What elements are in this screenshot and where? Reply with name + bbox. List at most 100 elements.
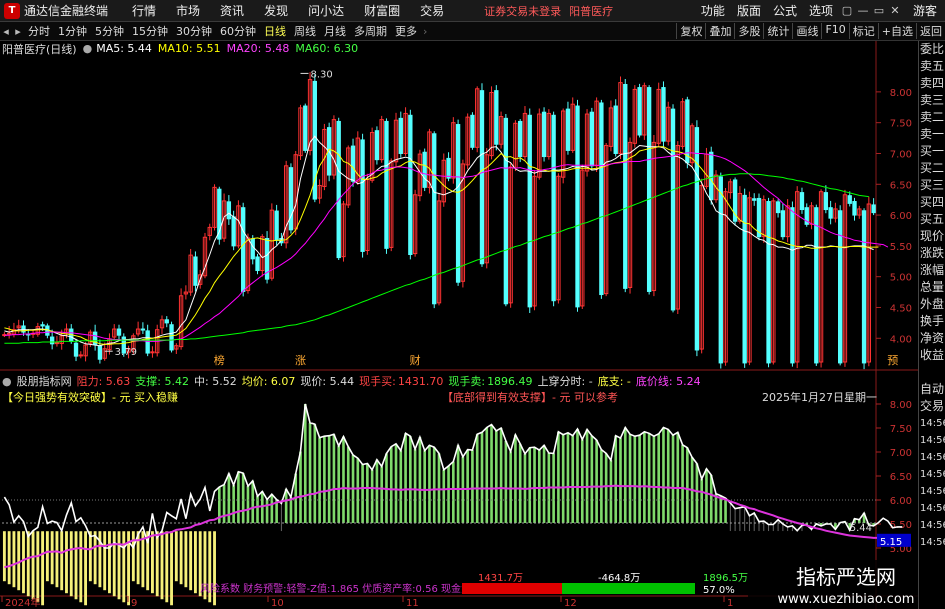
candle-body	[847, 195, 852, 204]
candle-body	[871, 204, 876, 214]
y-tick-label: 7.50	[890, 119, 912, 130]
candle-body	[775, 201, 781, 214]
candle-body	[852, 201, 857, 216]
candle-body	[164, 319, 169, 324]
candle-body	[6, 332, 12, 335]
event-tag: 预	[887, 354, 898, 367]
candle-body	[479, 90, 485, 265]
side-panel-item[interactable]: 卖三	[919, 92, 945, 109]
event-tag: 涨	[295, 354, 306, 367]
percent-label: 57.0%	[703, 585, 735, 596]
side-panel-item[interactable]: 14:56	[919, 500, 945, 517]
side-panel-item[interactable]: 净资	[919, 330, 945, 347]
side-panel: 委比 卖五 卖四 卖三 卖二 卖一 买一 买二 买三 买四 买五 现价 涨跌 涨幅 总量 外盘 换手 净资 收益自动…	[918, 41, 945, 609]
candle-body	[814, 207, 819, 364]
y-tick-label: 5.50	[890, 520, 912, 531]
chart-canvas[interactable]: 4.00 4.50 5.00 5.50 6.00 6.50 7.00 7.50 8.00 8.30…	[0, 0, 918, 609]
candle-body	[422, 151, 427, 188]
candle-body	[40, 324, 45, 327]
candle-body	[494, 90, 499, 145]
candle-body	[828, 207, 833, 219]
candle-body	[169, 324, 174, 351]
back-button[interactable]: 返回	[916, 23, 945, 39]
candle-body	[823, 192, 829, 211]
side-panel-item[interactable]: 换手	[919, 313, 945, 330]
candle-body	[97, 345, 103, 360]
candle-body	[274, 210, 279, 241]
cross-label: 上穿分时: -	[537, 375, 593, 388]
side-panel-item[interactable]: 14:56	[919, 483, 945, 500]
current-price-label: 现价: 5.44	[300, 375, 355, 388]
side-panel-item[interactable]: 收益	[919, 347, 945, 364]
side-panel-item[interactable]: 14:56	[919, 432, 945, 449]
side-panel-item[interactable]: 现价	[919, 228, 945, 245]
stock-name-label: 阳普医疗(日线)	[2, 42, 77, 56]
date-label: 2025年1月27日星期一	[762, 391, 877, 404]
y-tick-label: 7.50	[890, 424, 912, 435]
y-tick-label: 4.50	[890, 303, 912, 314]
ma20-label: MA20: 5.48	[226, 42, 290, 55]
ma20-line	[4, 152, 889, 342]
candle-body	[150, 351, 155, 354]
candle-body	[432, 133, 437, 305]
side-panel-item[interactable]: 交易	[919, 398, 945, 415]
candle-body	[455, 124, 461, 283]
candle-body	[799, 192, 805, 211]
candle-body	[288, 167, 294, 231]
candle-body	[140, 328, 146, 331]
side-panel-item[interactable]: 自动	[919, 381, 945, 398]
candle-body	[752, 198, 757, 201]
side-panel-item[interactable]: 买三	[919, 177, 945, 194]
price-annotation-label: 3.79	[115, 347, 137, 358]
indicator-name: 股朋指标网	[16, 375, 72, 388]
candle-body	[551, 114, 556, 302]
y-tick-label: 6.00	[890, 496, 912, 507]
side-panel-item[interactable]: 外盘	[919, 296, 945, 313]
y-tick-label: 5.50	[890, 242, 912, 253]
candle-body	[193, 256, 198, 286]
candle-body	[790, 207, 795, 364]
side-panel-item[interactable]: 14:56	[919, 517, 945, 534]
side-panel-item[interactable]: 14:56	[919, 415, 945, 432]
candle-body	[780, 210, 786, 238]
side-panel-item[interactable]: 买四	[919, 194, 945, 211]
candle-body	[599, 102, 604, 296]
side-panel-item[interactable]: 14:56	[919, 449, 945, 466]
side-panel-item[interactable]: 14:56	[919, 466, 945, 483]
candle-body	[470, 114, 475, 148]
settings-circle-icon[interactable]: ●	[83, 42, 93, 55]
candle-body	[116, 328, 122, 336]
sell-amount-bar	[562, 583, 695, 594]
candle-body	[350, 145, 356, 182]
mid-label: 中: 5.52	[194, 375, 237, 388]
ma60-line	[4, 173, 869, 344]
x-tick-label: 9	[131, 598, 137, 609]
candle-body	[408, 114, 413, 256]
y-tick-label: 7.00	[890, 448, 912, 459]
support-signal-text: 【底部得到有效支撑】- 元 可以参考	[442, 391, 618, 404]
buy-amount-label: 1431.7万	[478, 573, 523, 584]
x-tick-label: 2024年	[5, 596, 40, 609]
net-amount-label: -464.8万	[598, 573, 640, 584]
side-panel-item[interactable]: 卖四	[919, 75, 945, 92]
side-panel-item[interactable]: 买二	[919, 160, 945, 177]
side-panel-item[interactable]: 涨幅	[919, 262, 945, 279]
side-panel-item[interactable]: 卖一	[919, 126, 945, 143]
candle-body	[503, 117, 509, 305]
settings-circle-icon[interactable]: ●	[2, 375, 12, 388]
candle-body	[226, 201, 232, 220]
side-panel-item[interactable]: 买一	[919, 143, 945, 160]
side-panel-item[interactable]: 委比	[919, 41, 945, 58]
side-panel-item[interactable]: 卖二	[919, 109, 945, 126]
candle-body	[718, 176, 723, 364]
side-panel-item[interactable]: 涨跌	[919, 245, 945, 262]
side-panel-item[interactable]: 卖五	[919, 58, 945, 75]
side-panel-item[interactable]: 买五	[919, 211, 945, 228]
candle-body	[637, 87, 642, 136]
watermark-url: www.xuezhibiao.com	[778, 592, 915, 607]
event-tag: 财	[410, 353, 421, 367]
candle-body	[742, 194, 747, 364]
ma60-label: MA60: 6.30	[295, 42, 359, 55]
side-panel-item[interactable]: 14:56	[919, 534, 945, 551]
side-panel-item[interactable]: 总量	[919, 279, 945, 296]
